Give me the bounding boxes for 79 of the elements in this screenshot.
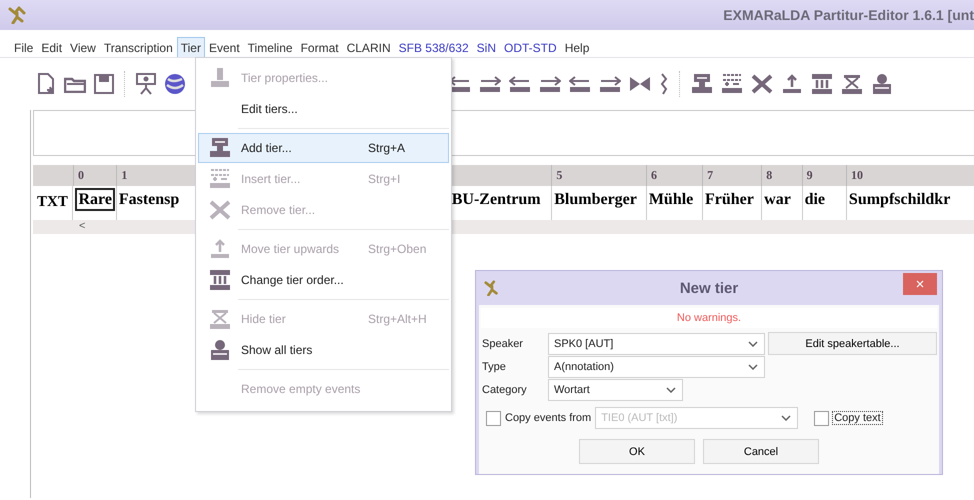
menu-item[interactable]: CLARIN — [342, 37, 395, 57]
globe-icon[interactable] — [164, 72, 186, 96]
window-title: EXMARaLDA Partitur-Editor 1.6.1 [unt — [723, 7, 974, 23]
dialog-button[interactable]: Cancel — [703, 439, 819, 464]
column-number: 1 — [121, 168, 128, 182]
checkbox[interactable] — [814, 410, 830, 426]
up-arrow-icon[interactable] — [781, 72, 803, 96]
column-number: 5 — [556, 168, 562, 182]
warning-message: No warnings. — [481, 308, 937, 328]
stack-icon — [209, 339, 231, 361]
menu-item[interactable]: SFB 538/632 — [394, 37, 473, 57]
menu-item[interactable]: File — [10, 37, 38, 57]
edit-speakertable-button[interactable]: Edit speakertable... — [768, 332, 937, 355]
column-number: 8 — [766, 168, 772, 182]
tier-order-icon[interactable] — [811, 72, 833, 96]
add-tier-icon[interactable] — [691, 72, 713, 96]
column-number: 9 — [806, 168, 813, 182]
event-cell[interactable]: BU-Zentrum — [452, 191, 541, 208]
hide-tier-icon — [209, 308, 231, 330]
menu-item[interactable]: View — [66, 37, 100, 57]
menu-item[interactable]: Edit — [37, 37, 66, 57]
tier-label: TXT — [36, 193, 69, 212]
scroll-arrow[interactable]: < — [79, 220, 86, 232]
stamp-icon — [209, 67, 231, 89]
column-number: 6 — [650, 168, 657, 182]
up-arrow-icon — [209, 238, 231, 260]
event-cell[interactable]: war — [764, 191, 791, 208]
menu-item[interactable]: Event — [204, 37, 244, 57]
new-document-icon[interactable] — [36, 72, 56, 96]
event-cell[interactable]: Blumberger — [554, 191, 637, 208]
cross-icon — [209, 199, 231, 221]
checkbox[interactable] — [486, 410, 501, 426]
presentation-icon[interactable] — [136, 72, 156, 96]
dropdown[interactable]: SPK0 [AUT] — [548, 332, 765, 354]
event-cell[interactable]: Mühle — [648, 191, 694, 208]
chevron-icon — [666, 386, 676, 392]
app-logo-icon — [484, 280, 500, 296]
dropdown[interactable]: A(nnotation) — [548, 356, 765, 378]
menu-item[interactable]: Format — [296, 37, 343, 57]
checkbox-label: Copy text — [833, 412, 882, 424]
tier-order-icon — [209, 269, 231, 291]
hide-tier-icon[interactable] — [841, 72, 863, 96]
field-label: Speaker — [481, 338, 524, 350]
event-cell[interactable]: Sumpfschildkr — [848, 191, 950, 208]
event-cell[interactable]: Rare — [75, 188, 115, 211]
menu-item[interactable]: ODT-STD — [500, 37, 561, 57]
column-number: 0 — [78, 168, 84, 182]
dialog-title: New tier — [680, 280, 738, 297]
checkbox-label: Copy events from — [505, 412, 592, 424]
insert-tier-icon[interactable] — [721, 72, 743, 96]
dropdown[interactable]: Wortart — [548, 378, 683, 400]
chevron-icon — [781, 415, 792, 421]
menu-entry[interactable]: Add tier... Strg+A — [198, 133, 449, 163]
menu-entry[interactable]: Show all tiers — [198, 335, 449, 365]
field-label: Type — [481, 360, 507, 372]
dialog-button[interactable]: OK — [579, 439, 695, 464]
add-tier-icon — [209, 137, 231, 159]
event-cell[interactable]: die — [804, 191, 826, 208]
menu-entry[interactable]: Change tier order... — [198, 265, 449, 295]
chevron-icon — [748, 340, 758, 346]
field-label: Category — [481, 384, 528, 396]
chevron-icon — [748, 364, 758, 370]
column-number: 10 — [851, 168, 863, 182]
stack-icon[interactable] — [871, 72, 893, 96]
app-logo-icon — [8, 6, 26, 24]
menu-item[interactable]: Transcription — [100, 37, 177, 57]
menu-item[interactable]: Timeline — [244, 37, 297, 57]
menu-item[interactable]: Help — [560, 37, 594, 57]
event-cell[interactable]: Fastensp — [118, 191, 180, 208]
menu-entry[interactable]: Edit tiers... — [198, 94, 449, 124]
event-cell[interactable]: Früher — [705, 191, 754, 208]
cross-icon[interactable] — [751, 72, 773, 96]
insert-tier-icon — [209, 168, 231, 190]
column-number: 7 — [707, 168, 714, 182]
menu-item[interactable]: SiN — [472, 37, 500, 57]
close-button[interactable]: × — [903, 273, 937, 295]
menu-item[interactable]: Tier — [176, 37, 205, 57]
save-icon[interactable] — [94, 72, 114, 96]
squiggle-icon[interactable] — [659, 72, 669, 96]
